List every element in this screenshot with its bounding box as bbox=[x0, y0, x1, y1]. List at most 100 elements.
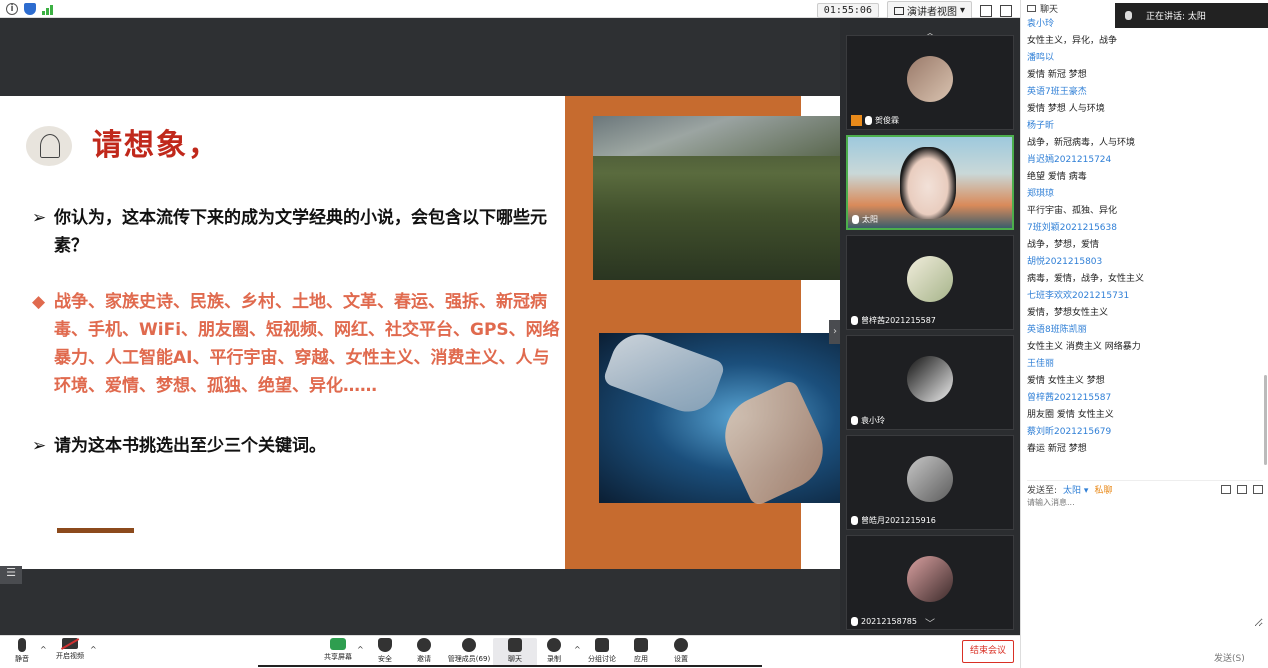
mic-icon bbox=[865, 116, 872, 125]
mic-muted-icon bbox=[851, 416, 858, 425]
chat-sender-name: 曾梓茜2021215587 bbox=[1027, 393, 1112, 403]
chevron-up-icon[interactable]: ^ bbox=[90, 645, 97, 654]
participant-name: 20212158785 bbox=[861, 617, 917, 626]
chevron-up-icon[interactable]: ^ bbox=[40, 645, 47, 654]
chat-message-text: 病毒，爱情，战争，女性主义 bbox=[1027, 274, 1145, 284]
mute-label: 静音 bbox=[15, 655, 29, 663]
shield-icon bbox=[378, 638, 392, 652]
end-meeting-button[interactable]: 结束会议 bbox=[962, 640, 1014, 663]
video-tile-active-speaker[interactable]: 太阳 bbox=[846, 135, 1014, 230]
microphone-icon bbox=[18, 638, 26, 652]
chat-message-text: 爱情 梦想 人与环境 bbox=[1027, 104, 1105, 114]
avatar bbox=[907, 356, 953, 402]
host-badge-icon bbox=[851, 115, 862, 126]
slide-keywords-bullet: ◆ 战争、家族史诗、民族、乡村、土地、文革、春运、强拆、新冠病毒、手机、WiFi、… bbox=[32, 288, 562, 400]
toolbar-underline bbox=[258, 665, 762, 667]
info-icon[interactable]: i bbox=[6, 2, 18, 15]
chat-sender-name: 胡悦2021215803 bbox=[1027, 257, 1103, 267]
chat-sender-name: 蔡刘昕2021215679 bbox=[1027, 427, 1112, 437]
record-button[interactable]: 录制 bbox=[532, 638, 576, 664]
speaking-indicator: 正在讲话: 太阳 bbox=[1115, 3, 1268, 28]
chat-sender-name: 英语8班陈凯丽 bbox=[1027, 325, 1087, 335]
chat-sender-name: 肖迟嫣2021215724 bbox=[1027, 155, 1112, 165]
chat-message-text: 爱情 女性主义 梦想 bbox=[1027, 376, 1105, 386]
security-button[interactable]: 安全 bbox=[363, 638, 407, 664]
send-button[interactable]: 发送(S) bbox=[1214, 651, 1245, 664]
chat-message-text: 春运 新冠 梦想 bbox=[1027, 444, 1087, 454]
record-label: 录制 bbox=[547, 655, 561, 663]
chat-message-text: 战争，梦想，爱情 bbox=[1027, 240, 1100, 250]
screenshot-icon[interactable] bbox=[1237, 485, 1247, 494]
file-icon[interactable] bbox=[1221, 485, 1231, 494]
chat-scrollbar[interactable] bbox=[1264, 375, 1267, 465]
apps-grid-icon bbox=[634, 638, 648, 652]
share-screen-button[interactable]: 共享屏幕 bbox=[316, 638, 360, 662]
chat-icon bbox=[508, 638, 522, 652]
manage-members-button[interactable]: 管理成员(69) bbox=[447, 638, 491, 664]
presentation-slide: 请想象， ➢ 你认为，这本流传下来的成为文学经典的小说，会包含以下哪些元素？ ◆ 战… bbox=[0, 96, 840, 569]
fullscreen-icon[interactable] bbox=[980, 4, 992, 17]
video-tile[interactable]: 袁小玲 bbox=[846, 335, 1014, 430]
speaking-label: 正在讲话: 太阳 bbox=[1146, 12, 1206, 22]
chat-button[interactable]: 聊天 bbox=[493, 638, 537, 667]
chat-message-list[interactable]: 袁小玲 女性主义，异化，战争 潘鸣以 爱情 新冠 梦想 英语7班王豪杰 爱情 梦想 人与环… bbox=[1027, 16, 1263, 458]
slide-ai-hand-image bbox=[599, 325, 840, 508]
send-to-label: 发送至: bbox=[1027, 486, 1058, 496]
members-icon bbox=[462, 638, 476, 652]
send-to-select[interactable]: 太阳 ▾ bbox=[1063, 483, 1088, 496]
mic-icon bbox=[1125, 11, 1132, 20]
meeting-toolbar: 静音 ^ 开启视频 ^ 共享屏幕 ^ 安全 邀请 管理成员(69) 聊天 录制 … bbox=[0, 635, 1020, 668]
video-tile[interactable]: 曾皓月2021215916 bbox=[846, 435, 1014, 530]
participant-name: 太阳 bbox=[862, 215, 878, 224]
slide-task-bullet: ➢ 请为这本书挑选出至少三个关键词。 bbox=[32, 432, 557, 460]
bullet-text: 你认为，这本流传下来的成为文学经典的小说，会包含以下哪些元素？ bbox=[54, 208, 547, 256]
share-screen-icon bbox=[330, 638, 346, 650]
chat-sender-name: 郑琪琼 bbox=[1027, 189, 1055, 199]
slide-decor-line bbox=[57, 528, 134, 533]
chat-input[interactable] bbox=[1027, 497, 1263, 627]
arrow-bullet-icon: ➢ bbox=[32, 436, 47, 456]
list-menu-icon[interactable]: ☰ bbox=[0, 566, 22, 584]
video-tile[interactable]: 曾梓茜2021215587 bbox=[846, 235, 1014, 330]
chat-message-text: 战争，新冠病毒，人与环境 bbox=[1027, 138, 1136, 148]
network-signal-icon[interactable] bbox=[42, 3, 54, 15]
chat-message-text: 爱情 新冠 梦想 bbox=[1027, 70, 1087, 80]
members-label: 管理成员(69) bbox=[447, 655, 491, 663]
dandelion-icon bbox=[26, 126, 72, 166]
settings-button[interactable]: 设置 bbox=[659, 638, 703, 664]
emoji-icon[interactable] bbox=[1253, 485, 1263, 494]
mic-muted-icon bbox=[851, 316, 858, 325]
camera-off-icon bbox=[62, 638, 78, 649]
avatar bbox=[907, 456, 953, 502]
chevron-down-icon[interactable]: ﹀ bbox=[925, 615, 935, 630]
meeting-timer: 01:55:06 bbox=[816, 3, 879, 18]
avatar bbox=[907, 56, 953, 102]
participant-video-list[interactable]: ︿ 贺俊霖 太阳 曾梓茜2021215587 袁小玲 曾皓月2021215916… bbox=[840, 18, 1020, 635]
chat-message-text: 平行宇宙、孤独、异化 bbox=[1027, 206, 1118, 216]
chat-message-text: 女性主义，异化，战争 bbox=[1027, 36, 1118, 46]
send-to-row: 发送至: 太阳 ▾ 私聊 bbox=[1027, 480, 1263, 496]
side-panel-icon[interactable] bbox=[1000, 4, 1012, 17]
mic-icon bbox=[852, 215, 859, 224]
chat-sender-name: 七班李欢欢2021215731 bbox=[1027, 291, 1130, 301]
chat-panel: 聊天 袁小玲 女性主义，异化，战争 潘鸣以 爱情 新冠 梦想 英语7班王豪杰 爱情 梦想 … bbox=[1020, 0, 1268, 668]
chat-message-text: 绝望 爱情 病毒 bbox=[1027, 172, 1087, 182]
arrow-bullet-icon: ➢ bbox=[32, 208, 47, 228]
mute-button[interactable]: 静音 bbox=[0, 638, 44, 664]
apps-button[interactable]: 应用 bbox=[619, 638, 663, 664]
breakout-rooms-button[interactable]: 分组讨论 bbox=[580, 638, 624, 664]
breakout-icon bbox=[595, 638, 609, 652]
security-shield-icon[interactable] bbox=[24, 2, 36, 15]
avatar bbox=[907, 256, 953, 302]
invite-button[interactable]: 邀请 bbox=[402, 638, 446, 664]
record-icon bbox=[547, 638, 561, 652]
avatar bbox=[907, 556, 953, 602]
apps-label: 应用 bbox=[634, 655, 648, 663]
breakout-label: 分组讨论 bbox=[588, 655, 616, 663]
settings-label: 设置 bbox=[674, 655, 688, 663]
chat-message-text: 朋友圈 爱情 女性主义 bbox=[1027, 410, 1114, 420]
video-label: 开启视频 bbox=[56, 652, 84, 660]
video-tile[interactable]: 贺俊霖 bbox=[846, 35, 1014, 130]
start-video-button[interactable]: 开启视频 bbox=[48, 638, 92, 661]
gear-icon bbox=[674, 638, 688, 652]
